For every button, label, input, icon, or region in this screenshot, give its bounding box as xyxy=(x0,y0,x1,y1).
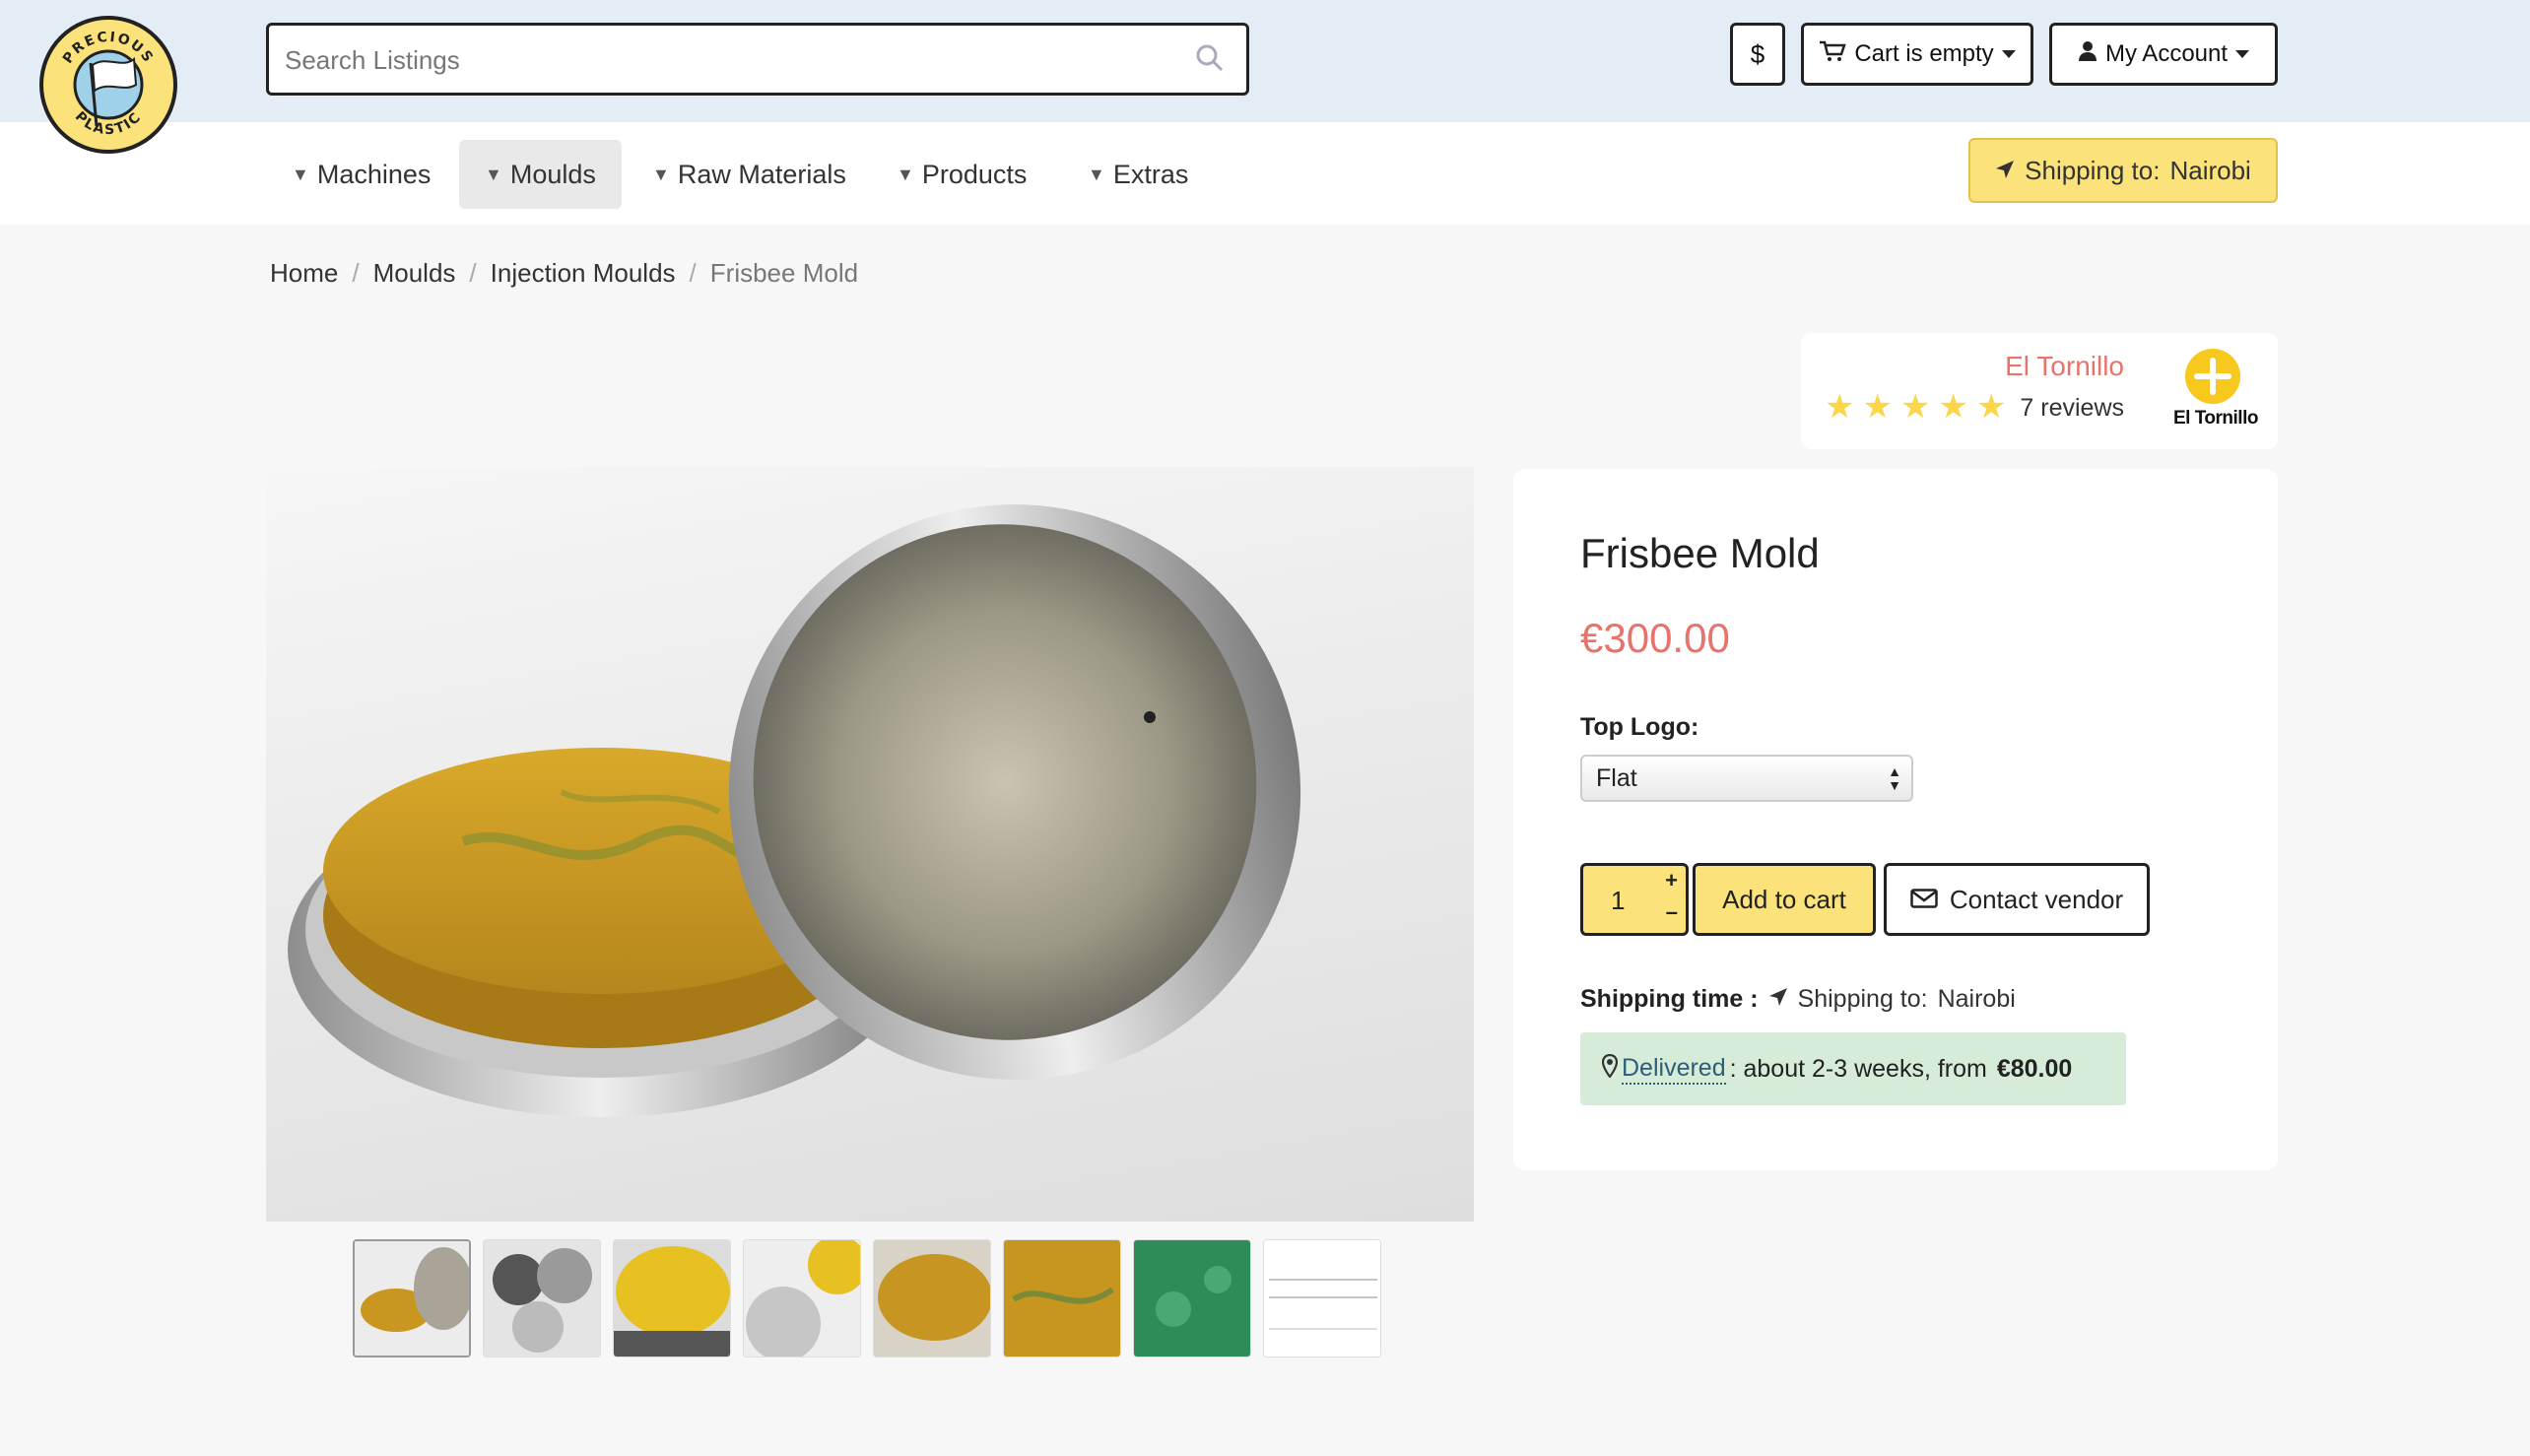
shipping-location-button[interactable]: Shipping to: Nairobi xyxy=(1968,138,2278,203)
site-logo[interactable]: PRECIOUS PLASTIC xyxy=(39,16,177,154)
nav-item-moulds[interactable]: ▼ Moulds xyxy=(459,140,622,209)
chevron-down-icon xyxy=(2001,50,2016,58)
vendor-logo[interactable]: El Tornillo xyxy=(2173,349,2258,430)
breadcrumb-current: Frisbee Mold xyxy=(709,258,859,288)
product-price: €300.00 xyxy=(1580,615,1730,661)
dropdown-triangle-icon: ▼ xyxy=(292,164,309,184)
thumbnail-gallery xyxy=(353,1239,1381,1357)
chevron-down-icon xyxy=(2235,50,2250,58)
currency-button[interactable]: $ xyxy=(1730,23,1785,86)
quantity-value[interactable]: 1 xyxy=(1611,886,1625,916)
nav-item-label: Extras xyxy=(1112,159,1189,189)
nav-item-products[interactable]: ▼ Products xyxy=(871,140,1052,209)
product-info-panel: Frisbee Mold €300.00 Top Logo: Flat ▲ ▼ 1… xyxy=(1513,469,2278,1170)
search-box[interactable] xyxy=(266,23,1249,96)
select-arrows-icon: ▲ ▼ xyxy=(1888,763,1901,793)
contact-vendor-label: Contact vendor xyxy=(1949,884,2124,914)
search-input[interactable] xyxy=(283,26,1173,95)
thumbnail[interactable] xyxy=(483,1239,601,1357)
delivered-price: €80.00 xyxy=(1996,1054,2073,1083)
vendor-logo-caption: El Tornillo xyxy=(2173,408,2258,429)
plus-icon xyxy=(2185,349,2240,404)
nav-item-extras[interactable]: ▼ Extras xyxy=(1062,140,1214,209)
top-bar: $ Cart is empty My Account xyxy=(0,0,2530,122)
shipping-prefix: Shipping to: xyxy=(2025,155,2161,185)
thumbnail[interactable] xyxy=(1003,1239,1121,1357)
nav-item-label: Moulds xyxy=(509,159,596,189)
dropdown-triangle-icon: ▼ xyxy=(897,164,914,184)
currency-label: $ xyxy=(1750,38,1765,69)
map-pin-icon xyxy=(1601,1053,1619,1085)
breadcrumb-moulds[interactable]: Moulds xyxy=(373,258,456,289)
dropdown-triangle-icon: ▼ xyxy=(485,164,502,184)
vendor-card[interactable]: El Tornillo ★ ★ ★ ★ ★ 7 reviews El Torni… xyxy=(1801,333,2278,449)
quantity-stepper[interactable]: 1 + – xyxy=(1580,863,1689,936)
shipping-prefix: Shipping to: xyxy=(1797,985,1928,1013)
nav-item-label: Machines xyxy=(316,159,432,189)
add-to-cart-button[interactable]: Add to cart xyxy=(1693,863,1876,936)
account-label: My Account xyxy=(2104,40,2229,67)
user-icon xyxy=(2078,40,2097,69)
decrement-button[interactable]: – xyxy=(1666,899,1678,925)
vendor-rating: ★ ★ ★ ★ ★ xyxy=(1825,390,2006,424)
nav-item-label: Products xyxy=(921,159,1028,189)
shipping-time-label: Shipping time : xyxy=(1580,985,1759,1013)
top-logo-select[interactable]: Flat ▲ ▼ xyxy=(1580,755,1913,802)
thumbnail[interactable] xyxy=(353,1239,471,1357)
vendor-reviews-count[interactable]: 7 reviews xyxy=(2020,394,2124,423)
star-icon: ★ xyxy=(1825,388,1855,426)
nav-item-raw-materials[interactable]: ▼ Raw Materials xyxy=(627,140,872,209)
shipping-city: Nairobi xyxy=(2169,155,2251,185)
nav-item-machines[interactable]: ▼ Machines xyxy=(266,140,456,209)
add-to-cart-label: Add to cart xyxy=(1722,884,1846,914)
thumbnail[interactable] xyxy=(743,1239,861,1357)
nav-item-label: Raw Materials xyxy=(677,159,846,189)
select-value: Flat xyxy=(1596,763,1637,792)
main-nav: ▼ Machines ▼ Moulds ▼ Raw Materials ▼ Pr… xyxy=(0,122,2530,225)
dropdown-triangle-icon: ▼ xyxy=(1088,164,1105,184)
breadcrumb-separator: / xyxy=(469,258,477,288)
delivered-text: : about 2-3 weeks, from xyxy=(1729,1054,1987,1083)
search-icon[interactable] xyxy=(1195,43,1225,78)
dropdown-triangle-icon: ▼ xyxy=(652,164,670,184)
cart-icon xyxy=(1819,40,1847,69)
star-icon: ★ xyxy=(1938,388,1968,426)
breadcrumb-home[interactable]: Home xyxy=(270,258,338,289)
shipping-time: Shipping time : Shipping to: Nairobi xyxy=(1580,985,2016,1014)
delivered-link[interactable]: Delivered xyxy=(1622,1054,1726,1085)
delivery-estimate: Delivered : about 2-3 weeks, from €80.00 xyxy=(1580,1032,2126,1105)
breadcrumb-injection-moulds[interactable]: Injection Moulds xyxy=(491,258,676,289)
star-icon: ★ xyxy=(1862,388,1893,426)
thumbnail[interactable] xyxy=(613,1239,731,1357)
thumbnail[interactable] xyxy=(1133,1239,1251,1357)
option-label: Top Logo: xyxy=(1580,713,1699,741)
star-icon: ★ xyxy=(1975,388,2007,426)
location-arrow-icon xyxy=(1768,985,1788,1014)
thumbnail[interactable] xyxy=(873,1239,991,1357)
breadcrumb-separator: / xyxy=(689,258,697,288)
breadcrumb: Home / Moulds / Injection Moulds / Frisb… xyxy=(270,258,858,289)
increment-button[interactable]: + xyxy=(1665,868,1678,893)
star-icon: ★ xyxy=(1899,388,1931,426)
my-account-button[interactable]: My Account xyxy=(2049,23,2278,86)
product-title: Frisbee Mold xyxy=(1580,530,1820,576)
cart-button[interactable]: Cart is empty xyxy=(1801,23,2033,86)
location-arrow-icon xyxy=(1995,156,2015,186)
cart-label: Cart is empty xyxy=(1854,40,1994,67)
product-main-image[interactable] xyxy=(266,467,1474,1222)
thumbnail[interactable] xyxy=(1263,1239,1381,1357)
contact-vendor-button[interactable]: Contact vendor xyxy=(1884,863,2150,936)
shipping-city: Nairobi xyxy=(1937,985,2016,1013)
vendor-name[interactable]: El Tornillo xyxy=(2005,351,2124,382)
breadcrumb-separator: / xyxy=(352,258,360,288)
envelope-icon xyxy=(1910,885,1938,915)
